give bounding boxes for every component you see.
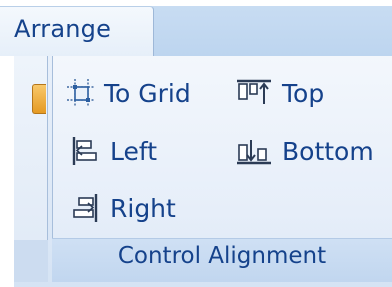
align-top-button[interactable]: Top [236,75,324,111]
to-grid-label: To Grid [104,78,191,108]
tab-arrange-label: Arrange [14,15,112,43]
align-left-button[interactable]: Left [70,133,157,169]
align-top-label: Top [282,78,325,108]
to-grid-icon [67,79,95,107]
align-top-icon [237,79,271,104]
ribbon-left-edge [0,56,14,287]
align-bottom-label: Bottom [282,136,374,166]
to-grid-button[interactable]: To Grid [66,75,191,111]
align-left-icon [72,137,97,165]
align-right-icon [73,194,98,222]
partial-command-icon[interactable] [32,84,46,114]
previous-group-footer [14,240,48,282]
align-bottom-button[interactable]: Bottom [236,133,374,169]
ribbon-screenshot: Arrange Control Alignment To Grid Top Le… [0,0,392,287]
align-left-label: Left [110,136,158,166]
tab-arrange[interactable]: Arrange [0,6,154,56]
align-right-label: Right [110,193,176,223]
align-bottom-icon [237,140,271,165]
align-right-button[interactable]: Right [70,190,176,226]
group-title: Control Alignment [117,243,327,269]
